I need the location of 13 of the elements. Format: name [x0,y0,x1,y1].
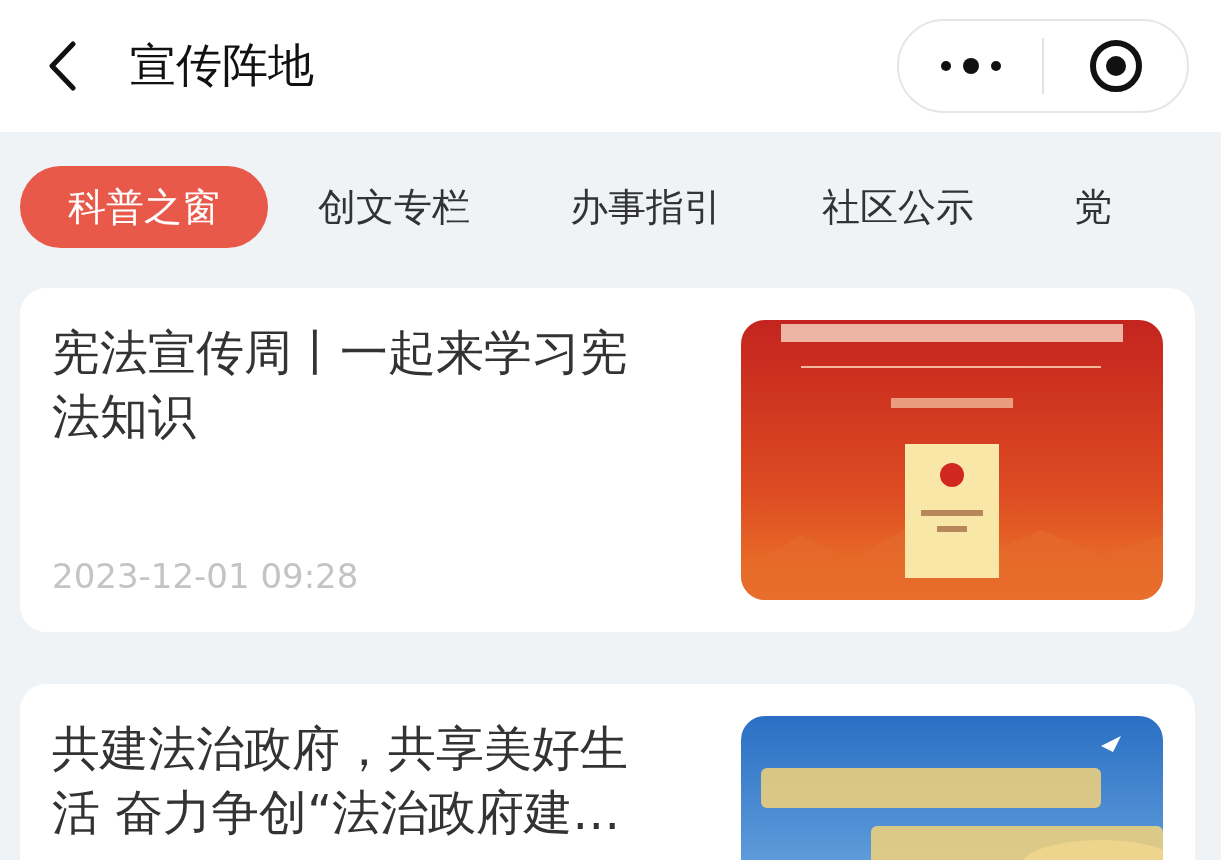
article-title: 宪法宣传周丨一起来学习宪法知识 [52,323,629,446]
target-icon [1087,38,1144,94]
article-date: 2023-12-01 09:28 [52,556,360,596]
article-title: 共建法治政府，共享美好生活 奋力争创“法治政府建… [52,719,629,842]
category-tab[interactable]: 办事指引 [520,166,772,248]
category-tab[interactable]: 党 [1024,166,1162,248]
category-tab[interactable]: 社区公示 [772,166,1024,248]
category-tab[interactable]: 科普之窗 [20,166,268,248]
article-card[interactable]: 宪法宣传周丨一起来学习宪法知识 2023-12-01 09:28 [20,288,1195,632]
more-icon [939,58,1002,74]
article-card[interactable]: 共建法治政府，共享美好生活 奋力争创“法治政府建… [20,684,1195,860]
page-title: 宣传阵地 [130,37,315,94]
category-tab[interactable]: 创文专栏 [268,166,520,248]
